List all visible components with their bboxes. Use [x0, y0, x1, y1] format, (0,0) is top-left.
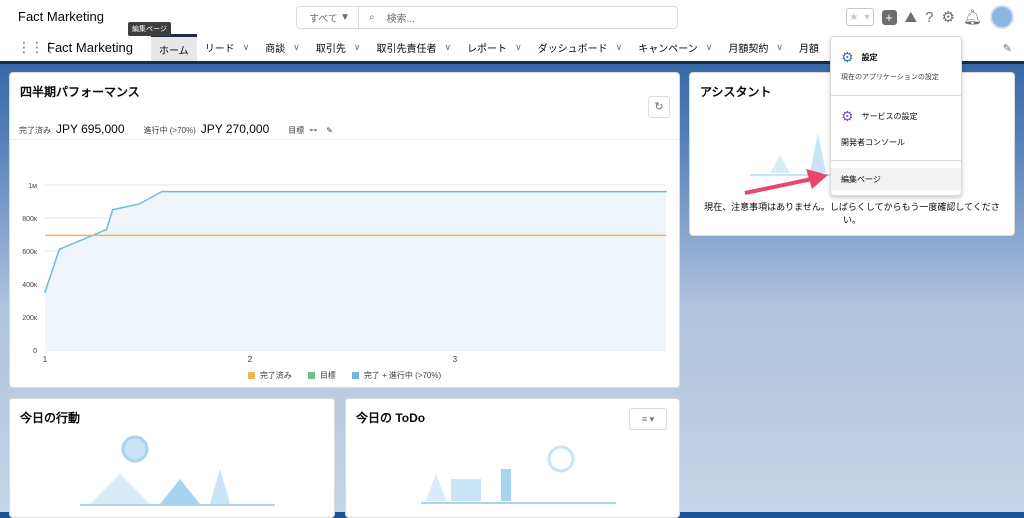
global-search[interactable]: すべて ▼ ⌕ 検索...	[296, 6, 678, 29]
annotation-arrow	[744, 169, 828, 195]
trailhead-icon[interactable]: ⛰	[905, 9, 918, 26]
tab-subscriptions-2[interactable]: 月額	[791, 34, 827, 61]
card-title: 今日の行動	[20, 411, 81, 425]
tab-label: ダッシュボード	[537, 44, 608, 55]
data-point	[58, 248, 61, 251]
events-illustration	[80, 435, 275, 506]
y-tick-label: 200к	[22, 315, 38, 322]
menu-item-edit-page[interactable]: 編集ページ	[831, 168, 961, 190]
todays-events-card: 今日の行動	[9, 398, 335, 518]
performance-chart: 0 200к 400к 600к 800к 1м 1 2 3	[22, 183, 667, 364]
setup-dropdown-menu: ⚙ 設定 現在のアプリケーションの設定 ⚙ サービスの設定 開発者コンソール 編集ペ…	[830, 36, 962, 196]
tab-campaigns[interactable]: キャンペーン ∨	[630, 34, 720, 61]
legend-goal[interactable]: 目標	[307, 370, 336, 381]
app-launcher-icon[interactable]: ⋮⋮⋮	[17, 40, 57, 54]
y-tick-label: 400к	[22, 282, 38, 289]
chevron-down-icon[interactable]: ∨	[706, 42, 713, 53]
tab-reports[interactable]: レポート ∨	[459, 34, 530, 61]
x-tick-label: 1	[43, 355, 48, 364]
card-title: アシスタント	[700, 85, 772, 99]
todo-filter-button[interactable]: ≡ ▾	[629, 408, 667, 430]
menu-item-developer-console[interactable]: 開発者コンソール	[841, 137, 905, 148]
todays-todo-card: 今日の ToDo ≡ ▾	[345, 398, 680, 518]
notifications-bell-icon[interactable]: 🔔︎	[963, 8, 982, 26]
chevron-down-icon[interactable]: ∨	[616, 42, 623, 53]
tab-label: ホーム	[158, 45, 189, 57]
tab-label: 月額	[798, 44, 819, 55]
setup-gear-icon: ⚙	[841, 49, 854, 65]
user-avatar[interactable]	[990, 5, 1014, 29]
tab-label: 取引先	[315, 44, 346, 55]
tab-dashboards[interactable]: ダッシュボード ∨	[530, 34, 631, 61]
quarterly-performance-card: 四半期パフォーマンス ↻ 完了済み JPY 695,000 進行中 (>70%) J…	[9, 72, 680, 388]
divider	[831, 160, 961, 161]
data-point	[111, 208, 114, 211]
menu-label: 編集ページ	[841, 174, 881, 184]
setup-gear-icon[interactable]: ⚙	[942, 8, 955, 26]
menu-label: 開発者コンソール	[841, 138, 905, 147]
todo-illustration	[421, 445, 616, 504]
search-scope-select[interactable]: すべて ▼	[297, 7, 359, 28]
menu-item-setup[interactable]: ⚙ 設定	[841, 49, 878, 66]
data-point	[138, 203, 141, 205]
menu-label: サービスの設定	[861, 112, 918, 121]
tab-label: 商談	[265, 44, 286, 55]
tab-contacts[interactable]: 取引先責任者 ∨	[368, 34, 459, 61]
data-point	[665, 190, 667, 193]
divider	[831, 95, 961, 96]
y-tick-label: 800к	[22, 216, 38, 223]
service-gear-icon: ⚙	[841, 108, 854, 124]
tab-leads[interactable]: リード ∨	[197, 34, 258, 61]
tooltip: 編集ページ	[128, 22, 171, 36]
tab-home[interactable]: ホーム	[150, 34, 197, 61]
tab-label: リード	[204, 44, 235, 55]
y-tick-label: 600к	[22, 249, 38, 256]
card-title: 今日の ToDo	[356, 411, 426, 425]
y-tick-label: 1м	[28, 183, 37, 190]
x-tick-label: 2	[248, 355, 253, 364]
data-point	[105, 228, 108, 231]
global-actions-button[interactable]: +	[881, 9, 897, 25]
tab-label: レポート	[467, 44, 508, 55]
tab-accounts[interactable]: 取引先 ∨	[308, 34, 369, 61]
legend-closed-open[interactable]: 完了 + 進行中 (>70%)	[351, 370, 441, 381]
menu-item-service-setup[interactable]: ⚙ サービスの設定	[841, 108, 918, 125]
x-tick-label: 3	[453, 355, 458, 364]
menu-setup-subtitle: 現在のアプリケーションの設定	[841, 74, 939, 81]
edit-nav-pencil-icon[interactable]: ✎	[1003, 42, 1012, 55]
tab-label: キャンペーン	[638, 44, 698, 55]
favorites-button[interactable]: ★ ▾	[845, 8, 874, 26]
tab-label: 取引先責任者	[376, 44, 437, 55]
tab-label: 月額契約	[728, 44, 769, 55]
area-closed-open	[45, 191, 666, 350]
tab-subscriptions[interactable]: 月額契約 ∨	[720, 34, 791, 61]
chevron-down-icon[interactable]: ∨	[444, 42, 451, 53]
menu-label: 設定	[861, 53, 878, 62]
nav-app-title: Fact Marketing	[47, 40, 133, 55]
app-name: Fact Marketing	[18, 9, 104, 24]
data-point	[161, 190, 163, 193]
y-tick-label: 0	[33, 348, 37, 355]
chevron-down-icon[interactable]: ∨	[354, 42, 361, 53]
tab-opportunities[interactable]: 商談 ∨	[257, 34, 308, 61]
chevron-down-icon[interactable]: ∨	[243, 42, 250, 53]
search-input[interactable]: 検索...	[387, 10, 415, 25]
chevron-down-icon[interactable]: ∨	[293, 42, 300, 53]
chart-legend: 完了済み 目標 完了 + 進行中 (>70%)	[10, 370, 679, 381]
legend-closed[interactable]: 完了済み	[247, 370, 292, 381]
search-scope-label: すべて	[309, 14, 338, 25]
chevron-down-icon[interactable]: ∨	[515, 42, 522, 53]
caret-down-icon: ▼	[340, 12, 350, 23]
help-icon[interactable]: ?	[925, 9, 933, 26]
data-point	[44, 291, 46, 294]
caret-down-icon: ▾	[864, 11, 870, 23]
chevron-down-icon[interactable]: ∨	[776, 42, 783, 53]
star-icon: ★	[849, 11, 859, 23]
search-icon: ⌕	[369, 12, 375, 23]
